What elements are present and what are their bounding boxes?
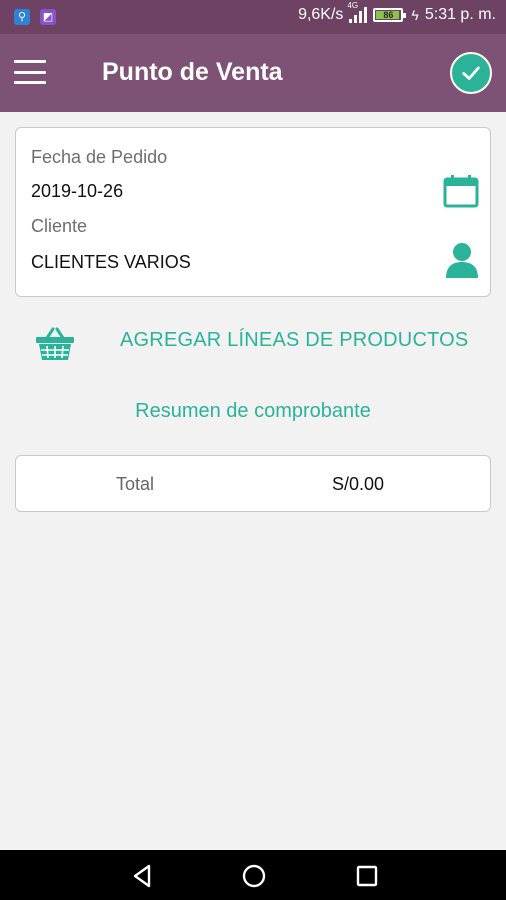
add-product-lines-label: AGREGAR LÍNEAS DE PRODUCTOS [120, 329, 469, 351]
back-icon[interactable] [128, 862, 156, 890]
status-bar: ⚲ ◩ 9,6K/s 4G 86 ϟ 5:31 p. m. [0, 0, 506, 34]
battery-icon: 86 [373, 8, 407, 22]
charging-icon: ϟ [411, 7, 419, 23]
total-value: S/0.00 [332, 474, 385, 494]
person-icon[interactable] [445, 242, 479, 278]
summary-title: Resumen de comprobante [135, 400, 371, 422]
location-notification-icon: ⚲ [14, 9, 30, 25]
network-speed: 9,6K/s [298, 6, 344, 23]
notification-icons: ⚲ ◩ [14, 9, 56, 25]
recents-icon[interactable] [353, 862, 381, 890]
hamburger-icon[interactable] [14, 60, 46, 84]
network-type: 4G [347, 1, 359, 10]
order-date-value[interactable]: 2019-10-26 [31, 181, 123, 202]
order-card: Fecha de Pedido 2019-10-26 Cliente CLIEN… [15, 127, 491, 297]
page-title: Punto de Venta [102, 58, 283, 86]
check-icon [462, 66, 480, 80]
clock: 5:31 p. m. [424, 6, 496, 23]
app-notification-icon: ◩ [40, 9, 56, 25]
order-date-label: Fecha de Pedido [31, 147, 168, 167]
add-product-lines-button[interactable]: AGREGAR LÍNEAS DE PRODUCTOS [0, 318, 506, 364]
battery-level: 86 [383, 10, 394, 20]
status-indicators: 9,6K/s 4G 86 ϟ 5:31 p. m. [298, 1, 496, 24]
app-bar: Punto de Venta [0, 34, 506, 112]
total-label: Total [116, 474, 155, 494]
client-value[interactable]: CLIENTES VARIOS [31, 252, 191, 273]
signal-icon: 4G [347, 1, 368, 23]
confirm-button[interactable] [450, 52, 492, 94]
home-icon[interactable] [240, 862, 268, 890]
total-card: Total S/0.00 [15, 455, 491, 512]
client-label: Cliente [31, 216, 88, 236]
navigation-bar [0, 850, 506, 900]
calendar-icon[interactable] [443, 174, 479, 208]
basket-icon [36, 327, 74, 360]
